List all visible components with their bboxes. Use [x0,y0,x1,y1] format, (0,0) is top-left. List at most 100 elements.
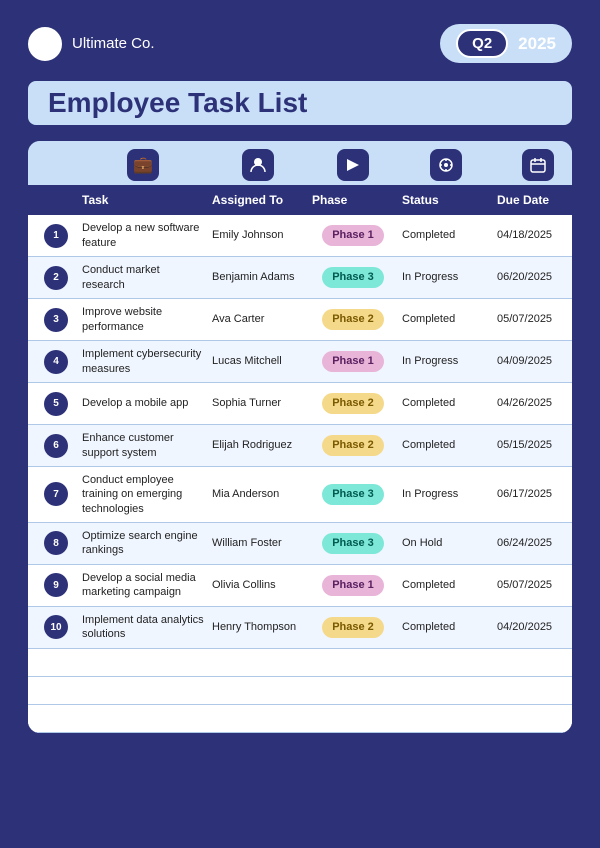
row-number: 3 [34,306,78,334]
assigned-cell: Sophia Turner [208,394,308,412]
status-cell: Completed [398,226,493,244]
phase-cell: Phase 2 [308,391,398,415]
empty-rows [28,649,572,733]
phase-badge: Phase 3 [322,484,384,504]
row-number: 8 [34,529,78,557]
task-cell: Enhance customer support system [78,429,208,462]
table-row: 4 Implement cybersecurity measures Lucas… [28,341,572,383]
row-num-badge: 3 [44,308,68,332]
table-row: 5 Develop a mobile app Sophia Turner Pha… [28,383,572,425]
table-row: 9 Develop a social media marketing campa… [28,565,572,607]
assigned-icon [242,149,274,181]
icon-assigned-cell [208,149,308,181]
row-num-badge: 1 [44,224,68,248]
phase-badge: Phase 2 [322,309,384,329]
task-icon: 💼 [127,149,159,181]
logo-icon [28,27,62,61]
empty-row-1 [28,649,572,677]
task-cell: Optimize search engine rankings [78,527,208,560]
row-number: 5 [34,390,78,418]
status-cell: On Hold [398,534,493,552]
assigned-cell: Elijah Rodriguez [208,436,308,454]
quarter-badge: Q2 [456,29,508,58]
phase-badge: Phase 3 [322,533,384,553]
phase-cell: Phase 2 [308,433,398,457]
row-num-badge: 6 [44,434,68,458]
due-date-cell: 05/07/2025 [493,310,572,328]
task-cell: Develop a mobile app [78,394,208,412]
year-text: 2025 [518,34,556,54]
icon-due-cell [493,149,572,181]
page-title: Employee Task List [28,81,572,125]
row-number: 4 [34,348,78,376]
due-date-cell: 05/15/2025 [493,436,572,454]
status-cell: In Progress [398,268,493,286]
assigned-cell: Benjamin Adams [208,268,308,286]
assigned-cell: Olivia Collins [208,576,308,594]
phase-cell: Phase 3 [308,482,398,506]
assigned-cell: Mia Anderson [208,485,308,503]
due-date-cell: 04/26/2025 [493,394,572,412]
status-cell: Completed [398,436,493,454]
phase-cell: Phase 1 [308,573,398,597]
page: Ultimate Co. Q2 2025 Employee Task List … [0,0,600,848]
table-row: 2 Conduct market research Benjamin Adams… [28,257,572,299]
row-num-badge: 10 [44,615,68,639]
phase-icon [337,149,369,181]
due-date-cell: 06/20/2025 [493,268,572,286]
due-date-cell: 06/17/2025 [493,485,572,503]
phase-badge: Phase 1 [322,225,384,245]
assigned-cell: Emily Johnson [208,226,308,244]
icon-phase-cell [308,149,398,181]
phase-badge: Phase 2 [322,435,384,455]
empty-row-2 [28,677,572,705]
phase-cell: Phase 3 [308,265,398,289]
empty-row-3 [28,705,572,733]
row-num-badge: 5 [44,392,68,416]
col-assigned: Assigned To [208,191,308,209]
col-due: Due Date [493,191,572,209]
header: Ultimate Co. Q2 2025 [28,24,572,63]
row-num-badge: 8 [44,531,68,555]
logo-text: Ultimate Co. [72,35,155,52]
col-phase: Phase [308,191,398,209]
icon-row: 💼 [28,141,572,185]
title-section: Employee Task List [28,81,572,125]
phase-cell: Phase 2 [308,615,398,639]
due-date-cell: 04/09/2025 [493,352,572,370]
task-cell: Develop a social media marketing campaig… [78,569,208,602]
col-num [34,198,78,202]
status-cell: Completed [398,310,493,328]
table-row: 1 Develop a new software feature Emily J… [28,215,572,257]
task-cell: Implement cybersecurity measures [78,345,208,378]
due-icon [522,149,554,181]
table-row: 3 Improve website performance Ava Carter… [28,299,572,341]
table-row: 6 Enhance customer support system Elijah… [28,425,572,467]
phase-cell: Phase 2 [308,307,398,331]
due-date-cell: 05/07/2025 [493,576,572,594]
status-cell: Completed [398,618,493,636]
phase-cell: Phase 1 [308,223,398,247]
icon-status-cell [398,149,493,181]
row-number: 9 [34,571,78,599]
data-rows: 1 Develop a new software feature Emily J… [28,215,572,649]
task-cell: Develop a new software feature [78,219,208,252]
column-header-row: Task Assigned To Phase Status Due Date [28,185,572,215]
row-number: 7 [34,480,78,508]
row-number: 6 [34,432,78,460]
table-row: 10 Implement data analytics solutions He… [28,607,572,649]
assigned-cell: William Foster [208,534,308,552]
quarter-year: Q2 2025 [440,24,572,63]
phase-cell: Phase 1 [308,349,398,373]
row-num-badge: 4 [44,350,68,374]
phase-cell: Phase 3 [308,531,398,555]
phase-badge: Phase 1 [322,351,384,371]
due-date-cell: 04/18/2025 [493,226,572,244]
table-row: 8 Optimize search engine rankings Willia… [28,523,572,565]
status-cell: In Progress [398,352,493,370]
task-cell: Conduct employee training on emerging te… [78,471,208,518]
phase-badge: Phase 1 [322,575,384,595]
row-number: 1 [34,222,78,250]
assigned-cell: Henry Thompson [208,618,308,636]
due-date-cell: 04/20/2025 [493,618,572,636]
